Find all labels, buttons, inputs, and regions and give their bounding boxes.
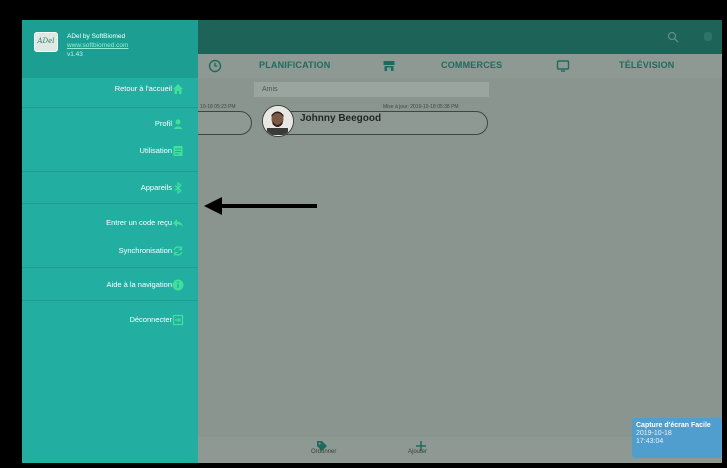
menu-item-label: Utilisation xyxy=(139,146,172,155)
menu-item-label: Entrer un code reçu xyxy=(106,218,172,227)
menu-item-label: Profil xyxy=(154,119,172,128)
app-screen: PLANIFICATION COMMERCES TÉLÉVISION Amis … xyxy=(22,20,722,463)
divider xyxy=(22,203,198,204)
divider xyxy=(22,300,198,301)
update-timestamp: Mise à jour: 2019-10-18 05:38 PM xyxy=(383,104,459,110)
bluetooth-icon xyxy=(174,182,182,194)
ajouter-button[interactable]: Ajouter xyxy=(408,449,427,455)
avatar-photo xyxy=(263,106,292,136)
drawer-header: ADel ADel by SoftBiomed www.softbiomed.c… xyxy=(22,20,198,78)
logout-icon xyxy=(172,314,184,326)
person-icon xyxy=(173,119,183,129)
screenshot-toast: Capture d'écran Facile 2019-10-18 17:43:… xyxy=(632,418,722,458)
ordonner-button[interactable]: Ordonner xyxy=(311,449,336,455)
navigation-drawer: ADel ADel by SoftBiomed www.softbiomed.c… xyxy=(22,20,198,463)
menu-item-devices[interactable]: Appareils xyxy=(22,171,198,203)
menu-item-logout[interactable]: Déconnecter xyxy=(22,303,198,335)
info-icon xyxy=(172,279,184,291)
search-icon[interactable] xyxy=(667,31,679,43)
store-icon xyxy=(383,61,395,71)
notification-icon[interactable] xyxy=(702,30,714,44)
contact-name: Johnny Beegood xyxy=(300,113,382,124)
home-icon xyxy=(173,84,183,94)
app-logo: ADel xyxy=(34,32,58,52)
menu-item-help[interactable]: Aide à la navigation xyxy=(22,268,198,300)
menu-item-sync[interactable]: Synchronisation xyxy=(22,234,198,266)
reply-arrow-icon xyxy=(173,219,183,227)
menu-item-home[interactable]: Retour à l'accueil xyxy=(22,72,198,104)
tab-commerces[interactable]: COMMERCES xyxy=(441,60,502,70)
section-title: Amis xyxy=(254,82,489,97)
left-timestamp: 10-18 05:23 PM xyxy=(200,104,236,110)
app-url-link[interactable]: www.softbiomed.com xyxy=(67,42,128,49)
menu-item-label: Aide à la navigation xyxy=(106,280,172,289)
toast-time: 17:43:04 xyxy=(636,438,664,445)
app-name: ADel by SoftBiomed xyxy=(67,33,126,40)
tv-icon xyxy=(556,60,570,72)
sync-icon xyxy=(173,246,183,256)
clock-icon xyxy=(208,59,222,73)
toast-title: Capture d'écran Facile xyxy=(636,422,711,429)
menu-item-usage[interactable]: Utilisation xyxy=(22,134,198,166)
document-icon xyxy=(173,146,183,156)
menu-item-label: Synchronisation xyxy=(118,246,172,255)
tab-television[interactable]: TÉLÉVISION xyxy=(619,60,675,70)
menu-item-label: Retour à l'accueil xyxy=(114,84,172,93)
toast-date: 2019-10-18 xyxy=(636,430,672,437)
avatar[interactable] xyxy=(262,105,294,137)
pointer-arrow-icon xyxy=(204,197,317,215)
menu-item-label: Appareils xyxy=(140,183,172,192)
menu-item-label: Déconnecter xyxy=(129,315,172,324)
app-version: v1.43 xyxy=(67,51,83,58)
tab-planification[interactable]: PLANIFICATION xyxy=(259,60,330,70)
